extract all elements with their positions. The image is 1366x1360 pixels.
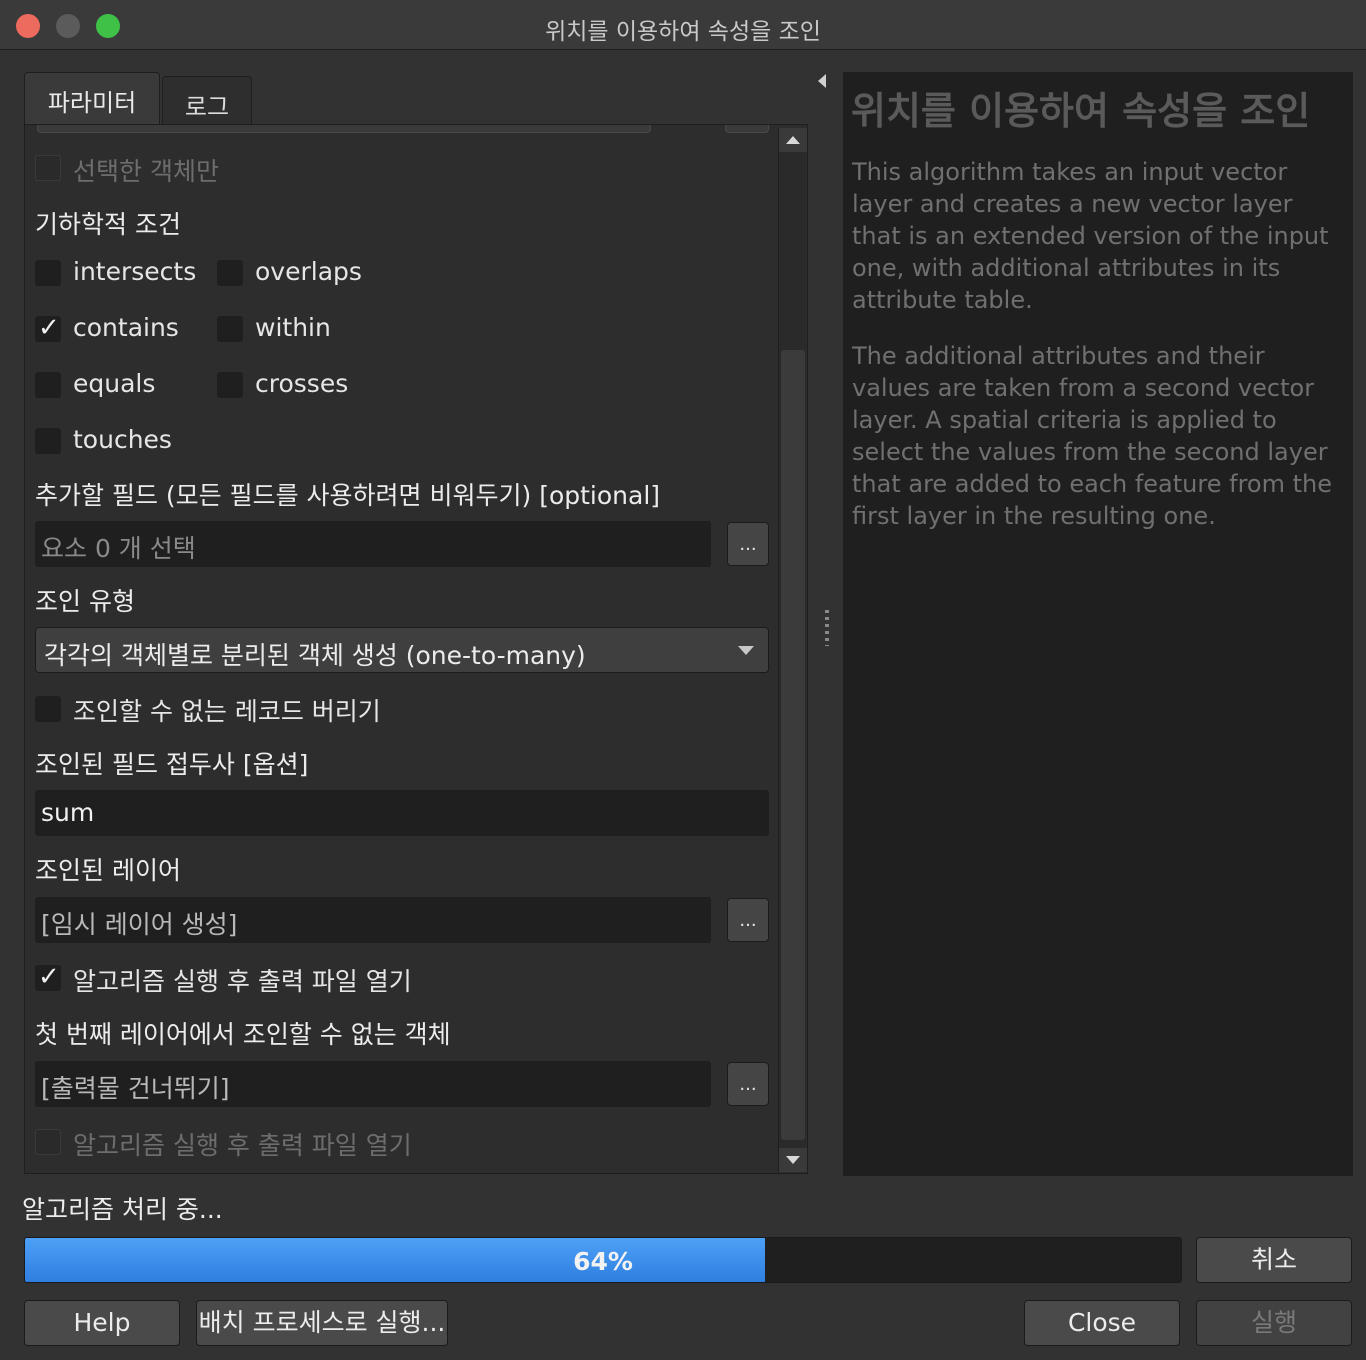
contains-label: contains xyxy=(73,313,179,342)
non-joinable-browse-button[interactable]: ... xyxy=(727,1062,769,1106)
fields-to-add-label: 추가할 필드 (모든 필드를 사용하려면 비워두기) [optional] xyxy=(35,481,661,510)
open-non-joinable-checkbox[interactable] xyxy=(35,1129,61,1155)
joined-layer-browse-button[interactable]: ... xyxy=(727,898,769,942)
splitter-handle[interactable] xyxy=(825,610,829,646)
chevron-down-icon xyxy=(738,646,754,655)
crosses-checkbox[interactable] xyxy=(217,372,243,398)
scroll-up-button[interactable] xyxy=(779,128,807,152)
check-icon: ✓ xyxy=(38,962,60,992)
open-output-label: 알고리즘 실행 후 출력 파일 열기 xyxy=(73,967,412,996)
equals-label: equals xyxy=(73,369,156,398)
tab-parameters[interactable]: 파라미터 xyxy=(24,72,160,124)
collapse-help-icon[interactable] xyxy=(818,74,826,88)
join-type-select[interactable]: 각각의 객체별로 분리된 객체 생성 (one-to-many) xyxy=(35,627,769,673)
tab-log[interactable]: 로그 xyxy=(162,76,252,124)
arrow-down-icon xyxy=(786,1156,800,1164)
fields-to-add-input[interactable]: 요소 0 개 선택 xyxy=(35,521,711,567)
intersects-label: intersects xyxy=(73,257,197,286)
join-type-value: 각각의 객체별로 분리된 객체 생성 (one-to-many) xyxy=(44,641,586,670)
within-label: within xyxy=(255,313,331,342)
joined-layer-label: 조인된 레이어 xyxy=(35,856,181,885)
progress-label: 64% xyxy=(573,1247,633,1276)
join-type-label: 조인 유형 xyxy=(35,587,135,616)
cancel-button[interactable]: 취소 xyxy=(1196,1237,1352,1283)
equals-checkbox[interactable] xyxy=(35,372,61,398)
parameters-panel: 선택한 객체만 기하학적 조건 intersects overlaps ✓ co… xyxy=(24,124,808,1174)
selected-only-label: 선택한 객체만 xyxy=(73,157,219,186)
previous-button-edge xyxy=(725,125,769,133)
open-output-checkbox[interactable]: ✓ xyxy=(35,962,61,992)
check-icon: ✓ xyxy=(38,313,60,343)
prefix-input[interactable]: sum xyxy=(35,790,769,836)
scroll-down-button[interactable] xyxy=(779,1148,807,1172)
scrollbar-thumb[interactable] xyxy=(781,350,805,1140)
discard-nonmatching-checkbox[interactable] xyxy=(35,696,61,722)
parameters-scrollbar[interactable] xyxy=(778,128,807,1172)
help-button[interactable]: Help xyxy=(24,1300,180,1346)
selected-only-checkbox[interactable] xyxy=(35,155,61,181)
non-joinable-label: 첫 번째 레이어에서 조인할 수 없는 객체 xyxy=(35,1020,451,1049)
touches-label: touches xyxy=(73,425,172,454)
fields-to-add-browse-button[interactable]: ... xyxy=(727,522,769,566)
prefix-label: 조인된 필드 접두사 [옵션] xyxy=(35,750,309,779)
intersects-checkbox[interactable] xyxy=(35,260,61,286)
within-checkbox[interactable] xyxy=(217,316,243,342)
open-non-joinable-label: 알고리즘 실행 후 출력 파일 열기 xyxy=(73,1131,412,1160)
help-paragraph: This algorithm takes an input vector lay… xyxy=(852,158,1329,314)
previous-field-edge xyxy=(37,125,651,133)
run-button[interactable]: 실행 xyxy=(1196,1300,1352,1346)
touches-checkbox[interactable] xyxy=(35,428,61,454)
help-title: 위치를 이용하여 속성을 조인 xyxy=(851,89,1311,133)
non-joinable-input[interactable]: [출력물 건너뛰기] xyxy=(35,1061,711,1107)
crosses-label: crosses xyxy=(255,369,349,398)
overlaps-checkbox[interactable] xyxy=(217,260,243,286)
close-button[interactable]: Close xyxy=(1024,1300,1180,1346)
help-panel: 위치를 이용하여 속성을 조인 This algorithm takes an … xyxy=(843,72,1353,1176)
geometric-predicate-label: 기하학적 조건 xyxy=(35,210,181,239)
title-bar: 위치를 이용하여 속성을 조인 xyxy=(0,0,1366,50)
arrow-up-icon xyxy=(786,136,800,144)
overlaps-label: overlaps xyxy=(255,257,362,286)
contains-checkbox[interactable]: ✓ xyxy=(35,313,61,343)
joined-layer-input[interactable]: [임시 레이어 생성] xyxy=(35,897,711,943)
progress-bar: 64% xyxy=(24,1237,1182,1283)
batch-process-button[interactable]: 배치 프로세스로 실행... xyxy=(196,1300,448,1346)
help-paragraph: The additional attributes and their valu… xyxy=(852,342,1332,530)
status-text: 알고리즘 처리 중... xyxy=(22,1195,223,1224)
window-title: 위치를 이용하여 속성을 조인 xyxy=(545,19,821,45)
discard-nonmatching-label: 조인할 수 없는 레코드 버리기 xyxy=(73,697,381,726)
